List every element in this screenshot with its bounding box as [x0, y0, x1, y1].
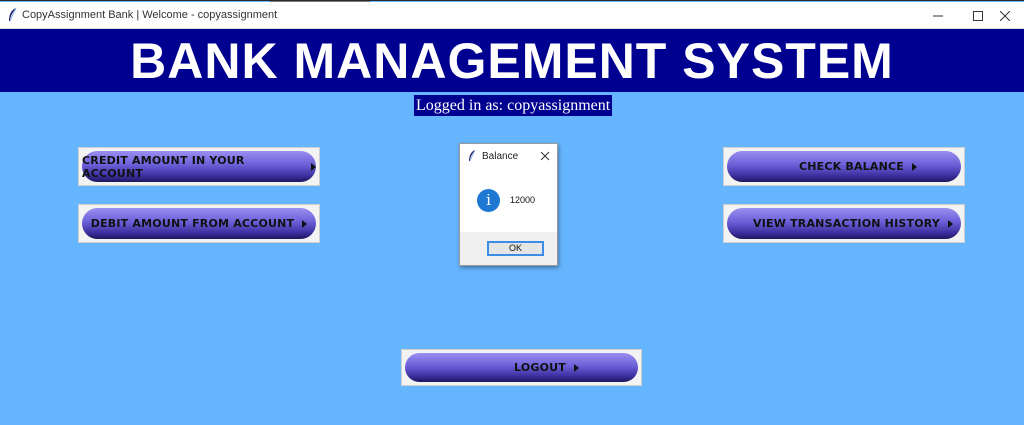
logout-pill[interactable]: LOGOUT: [405, 353, 638, 382]
arrow-right-icon: [948, 219, 953, 228]
minimize-icon: [933, 15, 943, 16]
close-button[interactable]: [986, 2, 1024, 29]
app-window: CopyAssignment Bank | Welcome - copyassi…: [0, 0, 1024, 425]
tk-feather-icon: [9, 8, 17, 22]
title-bar: CopyAssignment Bank | Welcome - copyassi…: [0, 2, 1024, 29]
info-icon: i: [477, 189, 500, 212]
arrow-right-icon: [302, 219, 308, 228]
app-heading: BANK MANAGEMENT SYSTEM: [130, 32, 894, 89]
arrow-right-icon: [912, 162, 917, 171]
minimize-button[interactable]: [916, 2, 960, 29]
logout-button[interactable]: LOGOUT: [401, 349, 642, 386]
maximize-icon: [973, 10, 983, 21]
credit-amount-pill[interactable]: CREDIT AMOUNT IN YOUR ACCOUNT: [82, 151, 316, 182]
ok-button[interactable]: OK: [487, 241, 544, 256]
credit-amount-label: CREDIT AMOUNT IN YOUR ACCOUNT: [82, 153, 245, 180]
debit-amount-pill[interactable]: DEBIT AMOUNT FROM ACCOUNT: [82, 208, 316, 239]
logout-label: LOGOUT: [514, 361, 566, 374]
check-balance-button[interactable]: CHECK BALANCE: [723, 147, 965, 186]
header-banner: BANK MANAGEMENT SYSTEM: [0, 29, 1024, 92]
debit-amount-label: DEBIT AMOUNT FROM ACCOUNT: [90, 217, 295, 230]
logged-in-label: Logged in as: copyassignment: [414, 95, 613, 116]
arrow-right-icon: [311, 162, 316, 171]
check-balance-label: CHECK BALANCE: [798, 160, 904, 173]
tk-feather-icon: [469, 150, 476, 162]
check-balance-pill[interactable]: CHECK BALANCE: [727, 151, 961, 182]
balance-message: 12000: [510, 195, 536, 205]
view-history-pill[interactable]: VIEW TRANSACTION HISTORY: [727, 208, 961, 239]
close-icon: [1000, 10, 1010, 21]
dialog-footer: OK: [460, 232, 557, 265]
credit-amount-button[interactable]: CREDIT AMOUNT IN YOUR ACCOUNT: [78, 147, 320, 186]
dialog-title: Balance: [482, 151, 519, 162]
view-history-label: VIEW TRANSACTION HISTORY: [753, 217, 940, 230]
arrow-right-icon: [573, 363, 579, 372]
debit-amount-button[interactable]: DEBIT AMOUNT FROM ACCOUNT: [78, 204, 320, 243]
balance-dialog: Balance i 12000 OK: [459, 143, 558, 266]
dialog-close-icon[interactable]: [538, 149, 552, 163]
window-title: CopyAssignment Bank | Welcome - copyassi…: [22, 9, 278, 21]
view-history-button[interactable]: VIEW TRANSACTION HISTORY: [723, 204, 965, 243]
